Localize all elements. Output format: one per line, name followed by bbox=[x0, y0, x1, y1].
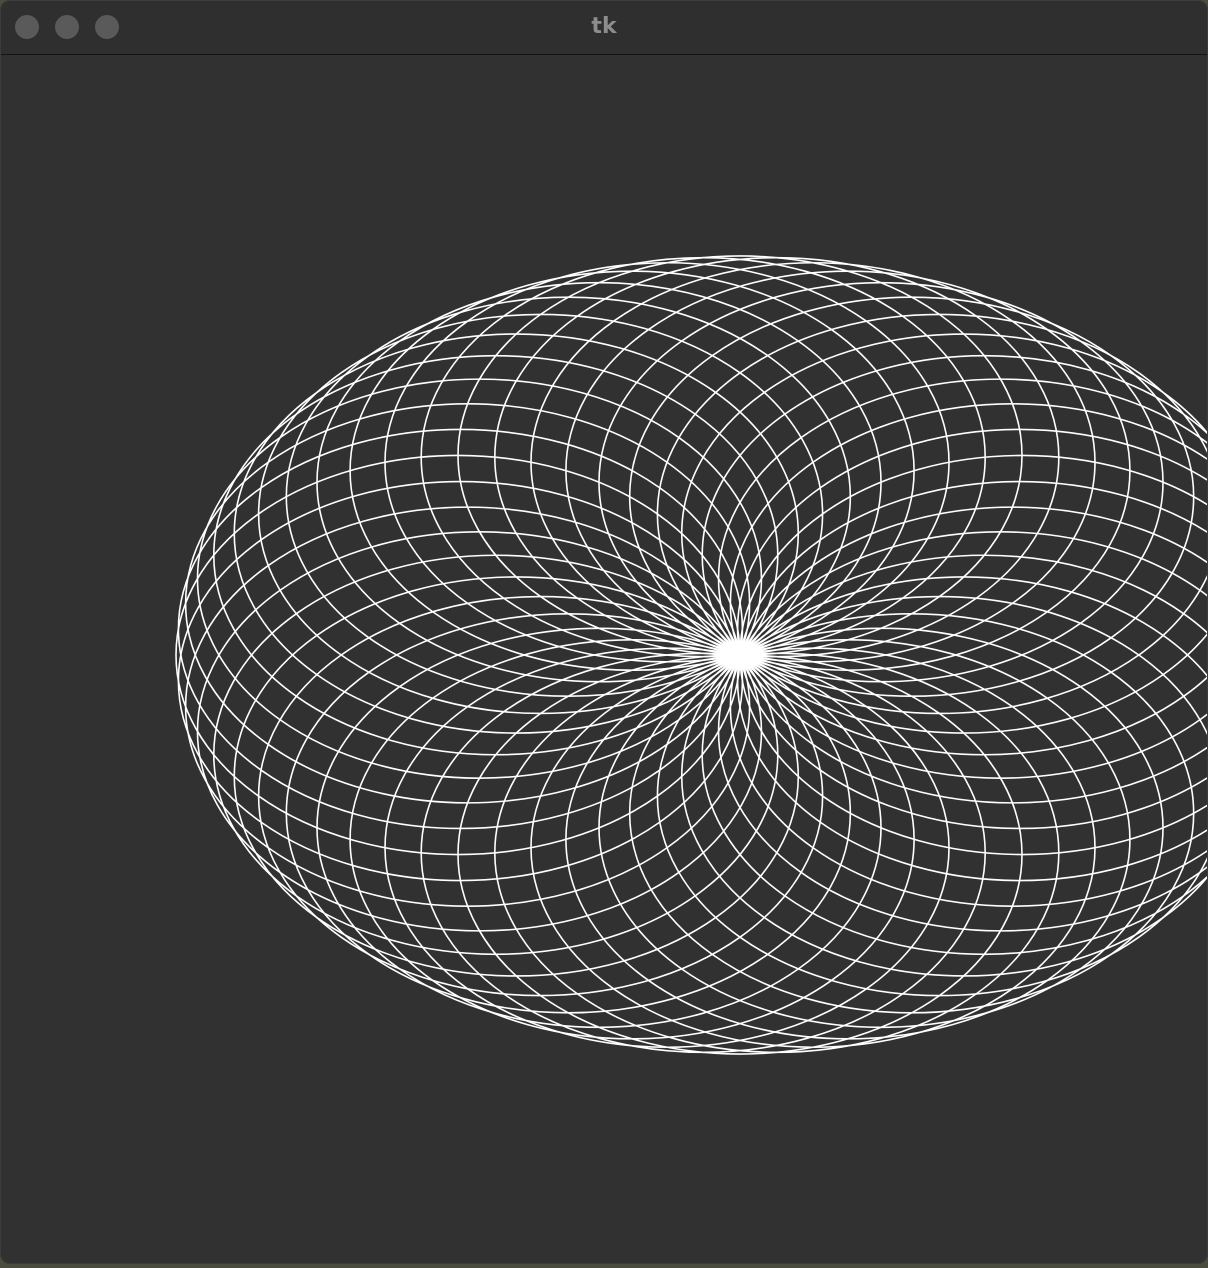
spiro-circle bbox=[717, 378, 1207, 779]
title-bar[interactable]: tk bbox=[1, 1, 1207, 55]
spirograph-drawing bbox=[175, 255, 1207, 1055]
app-window: tk bbox=[0, 0, 1208, 1264]
spiro-circle bbox=[736, 428, 1207, 830]
drawing-canvas[interactable] bbox=[1, 55, 1207, 1263]
spiro-circle bbox=[681, 333, 1207, 734]
spiro-circle bbox=[736, 480, 1207, 882]
spiro-circle bbox=[717, 531, 1207, 932]
window-title: tk bbox=[591, 14, 617, 39]
spiro-circle bbox=[681, 576, 1207, 977]
